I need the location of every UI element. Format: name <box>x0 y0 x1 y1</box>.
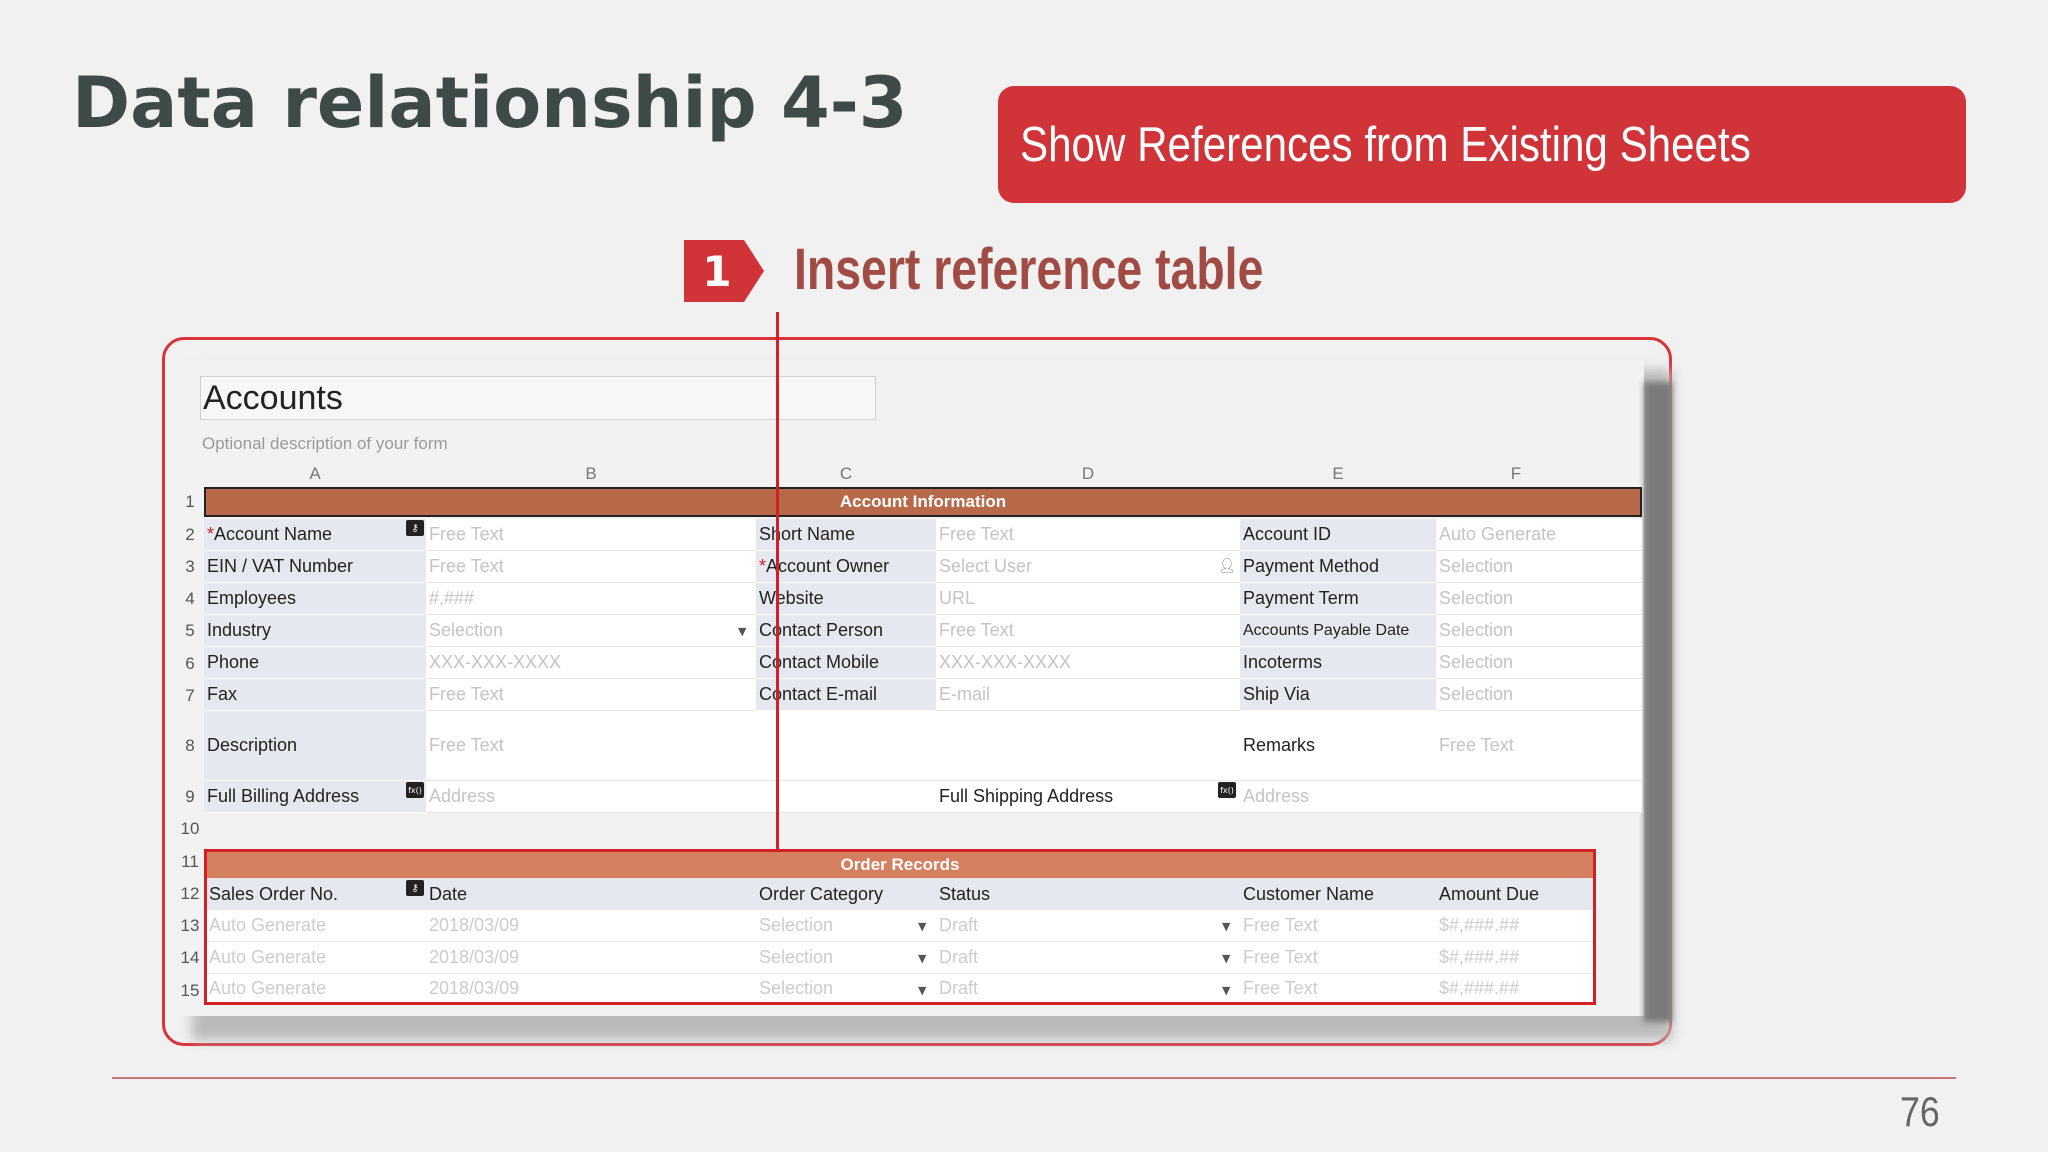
column-header-c[interactable]: C <box>756 463 936 485</box>
contact-email-input[interactable]: E-mail <box>936 679 1240 711</box>
label-account-name[interactable]: * Account Name <box>204 519 426 551</box>
label-full-billing-address[interactable]: Full Billing Address <box>204 781 426 813</box>
label-remarks[interactable]: Remarks <box>1240 711 1436 781</box>
step-badge: 1 <box>684 240 764 302</box>
label-account-id[interactable]: Account ID <box>1240 519 1436 551</box>
short-name-input[interactable]: Free Text <box>936 519 1240 551</box>
fax-input[interactable]: Free Text <box>426 679 756 711</box>
label-employees[interactable]: Employees <box>204 583 426 615</box>
industry-select[interactable]: Selection <box>426 615 756 647</box>
column-header-a[interactable]: A <box>204 463 426 485</box>
contact-mobile-input[interactable]: XXX-XXX-XXXX <box>936 647 1240 679</box>
row-number[interactable]: 12 <box>178 881 202 907</box>
user-icon[interactable]: 👤︎ <box>1218 558 1236 574</box>
label-fax[interactable]: Fax <box>204 679 426 711</box>
label-description[interactable]: Description <box>204 711 426 781</box>
contact-person-input[interactable]: Free Text <box>936 615 1240 647</box>
payment-term-select[interactable]: Selection <box>1436 583 1642 615</box>
label-short-name[interactable]: Short Name <box>756 519 936 551</box>
row-number[interactable]: 13 <box>178 913 202 939</box>
formula-icon[interactable]: fx() <box>406 782 424 798</box>
label-payment-method[interactable]: Payment Method <box>1240 551 1436 583</box>
step-number: 1 <box>702 246 732 296</box>
form-title-field[interactable]: Accounts <box>200 376 876 420</box>
key-icon[interactable]: ⚷ <box>406 520 424 536</box>
chevron-down-icon[interactable]: ▼ <box>738 625 746 638</box>
account-owner-input[interactable]: Select User <box>936 551 1240 583</box>
ship-via-select[interactable]: Selection <box>1436 679 1642 711</box>
scrollbar[interactable] <box>1644 382 1672 1022</box>
column-header-b[interactable]: B <box>426 463 756 485</box>
label-contact-mobile[interactable]: Contact Mobile <box>756 647 936 679</box>
row-number[interactable]: 7 <box>180 683 200 709</box>
row-number[interactable]: 11 <box>178 849 202 875</box>
label-full-shipping-address[interactable]: Full Shipping Address <box>936 781 1240 813</box>
account-name-input[interactable]: Free Text <box>426 519 756 551</box>
label-accounts-payable-date[interactable]: Accounts Payable Date <box>1240 615 1436 647</box>
row-number[interactable]: 2 <box>180 522 200 548</box>
phone-input[interactable]: XXX-XXX-XXXX <box>426 647 756 679</box>
form-title: Accounts <box>203 379 343 417</box>
row-number[interactable]: 9 <box>180 784 200 810</box>
label-account-owner[interactable]: * Account Owner <box>756 551 936 583</box>
label-contact-email[interactable]: Contact E-mail <box>756 679 936 711</box>
row-number[interactable]: 6 <box>180 651 200 677</box>
description-input[interactable]: Free Text <box>426 711 756 781</box>
label-text: Account Name <box>214 524 333 544</box>
row-number[interactable]: 3 <box>180 554 200 580</box>
payment-method-select[interactable]: Selection <box>1436 551 1642 583</box>
label-ship-via[interactable]: Ship Via <box>1240 679 1436 711</box>
row-number[interactable]: 10 <box>178 816 202 842</box>
label-text: Account Owner <box>766 556 890 576</box>
banner-text: Show References from Existing Sheets <box>1020 117 1751 172</box>
column-header-d[interactable]: D <box>936 463 1240 485</box>
column-header-f[interactable]: F <box>1436 463 1596 485</box>
order-records-highlight <box>204 849 1596 1005</box>
required-mark: * <box>759 556 767 576</box>
row-number[interactable]: 4 <box>180 586 200 612</box>
label-industry[interactable]: Industry <box>204 615 426 647</box>
account-information-header[interactable]: Account Information <box>204 487 1642 517</box>
step-connector-line <box>776 312 779 850</box>
row-number[interactable]: 5 <box>180 618 200 644</box>
label-ein[interactable]: EIN / VAT Number <box>204 551 426 583</box>
website-input[interactable]: URL <box>936 583 1240 615</box>
ein-input[interactable]: Free Text <box>426 551 756 583</box>
employees-input[interactable]: #,### <box>426 583 756 615</box>
label-phone[interactable]: Phone <box>204 647 426 679</box>
shipping-address-input[interactable]: Address <box>1240 781 1642 813</box>
form-description[interactable]: Optional description of your form <box>202 434 448 454</box>
label-incoterms[interactable]: Incoterms <box>1240 647 1436 679</box>
row-number[interactable]: 15 <box>178 978 202 1004</box>
formula-icon[interactable]: fx() <box>1218 782 1236 798</box>
row-number[interactable]: 14 <box>178 945 202 971</box>
row-number[interactable]: 1 <box>180 489 200 515</box>
page-number: 76 <box>1900 1088 1940 1135</box>
label-payment-term[interactable]: Payment Term <box>1240 583 1436 615</box>
payable-date-select[interactable]: Selection <box>1436 615 1642 647</box>
empty-cell[interactable] <box>756 711 1240 781</box>
label-contact-person[interactable]: Contact Person <box>756 615 936 647</box>
remarks-input[interactable]: Free Text <box>1436 711 1642 781</box>
billing-address-input[interactable]: Address <box>426 781 936 813</box>
footer-divider <box>112 1077 1956 1079</box>
required-mark: * <box>207 524 215 544</box>
section-banner: Show References from Existing Sheets <box>998 86 1966 203</box>
step-label: Insert reference table <box>794 237 1264 302</box>
row-number[interactable]: 8 <box>180 733 200 759</box>
column-header-e[interactable]: E <box>1240 463 1436 485</box>
account-id-input[interactable]: Auto Generate <box>1436 519 1642 551</box>
slide-title: Data relationship 4-3 <box>72 62 908 144</box>
label-website[interactable]: Website <box>756 583 936 615</box>
incoterms-select[interactable]: Selection <box>1436 647 1642 679</box>
